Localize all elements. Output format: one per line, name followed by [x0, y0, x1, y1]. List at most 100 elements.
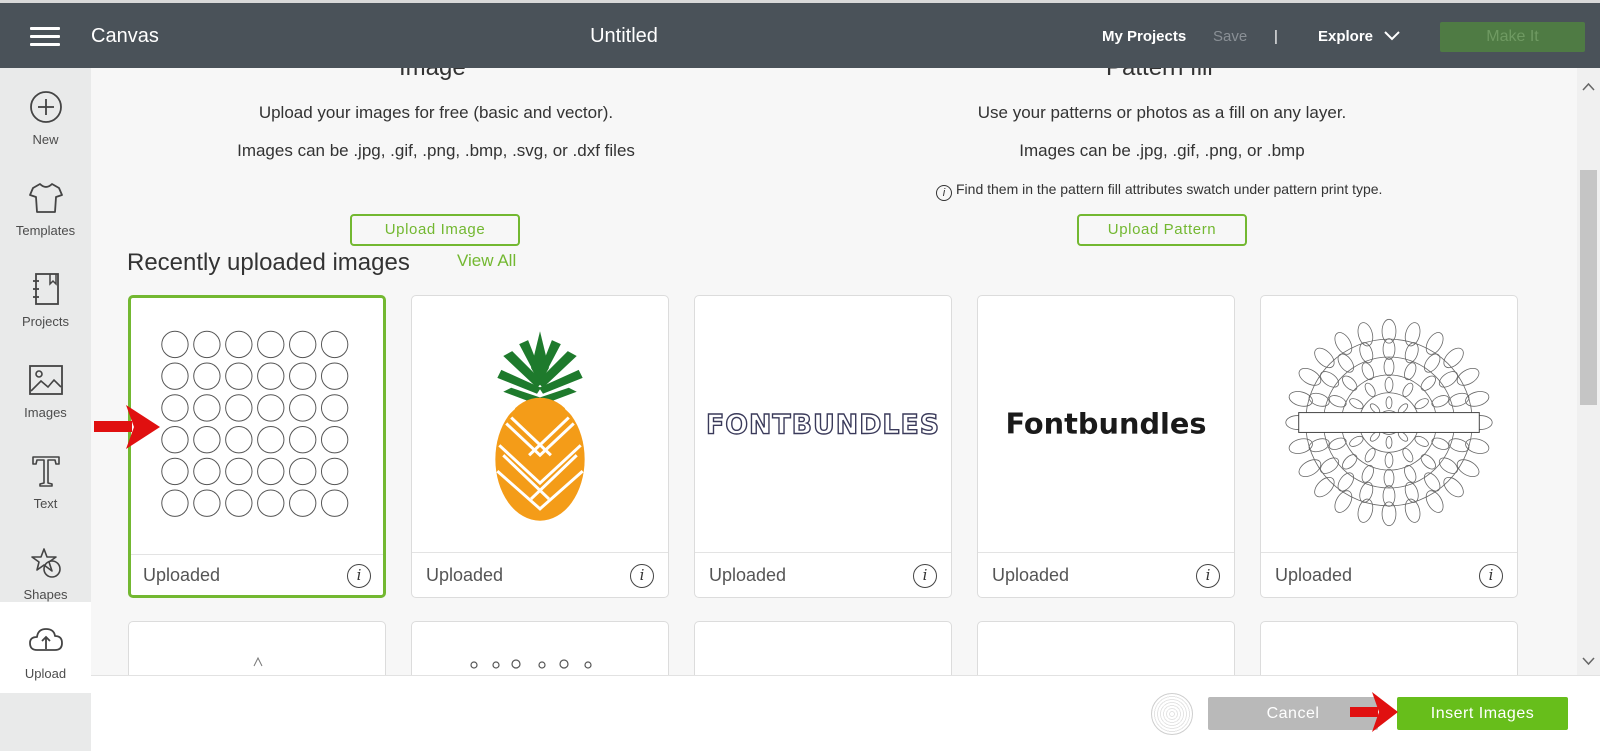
fontbundles-outline-text: FONTBUNDLES — [706, 409, 940, 440]
card-label: Uploaded — [992, 565, 1070, 585]
scroll-down-icon[interactable] — [1582, 656, 1595, 666]
recent-image-card[interactable] — [1260, 621, 1518, 675]
info-icon[interactable]: i — [630, 564, 654, 588]
info-icon[interactable]: i — [1479, 564, 1503, 588]
cloud-upload-icon — [29, 628, 63, 651]
info-icon: i — [936, 185, 952, 201]
sidebar-item-label: Images — [24, 405, 67, 420]
recent-image-card[interactable]: Uploaded i — [411, 295, 669, 598]
recent-images-title: Recently uploaded images — [127, 249, 410, 276]
my-projects-link[interactable]: My Projects — [1102, 28, 1186, 45]
sidebar-item-label: New — [32, 132, 59, 147]
text-t-icon — [32, 456, 60, 487]
grid-circle — [257, 330, 285, 359]
grid-circle — [193, 394, 221, 422]
grid-circle — [225, 394, 253, 422]
recent-image-card[interactable]: Fontbundles Uploaded i — [977, 295, 1235, 598]
grid-circle — [320, 425, 349, 454]
nav-separator: | — [1274, 28, 1278, 45]
make-it-button[interactable]: Make It — [1440, 22, 1585, 52]
grid-circle — [320, 489, 349, 517]
pattern-swatch-icon — [1151, 693, 1193, 735]
sidebar-item-new[interactable]: New — [0, 68, 91, 159]
explore-menu[interactable]: Explore — [1318, 28, 1373, 45]
grid-circle — [225, 457, 253, 486]
grid-circle — [320, 362, 349, 390]
recent-image-card[interactable] — [411, 621, 669, 675]
grid-circle — [161, 489, 189, 517]
card-label: Uploaded — [1275, 565, 1353, 585]
recent-image-card[interactable]: FONTBUNDLES Uploaded i — [694, 295, 952, 598]
plus-circle-icon — [30, 91, 62, 123]
grid-circle — [257, 394, 285, 422]
fontbundles-bold-text: Fontbundles — [1005, 406, 1206, 440]
left-sidebar: New Templates Projects Images Text Shape… — [0, 68, 91, 751]
info-icon[interactable]: i — [913, 564, 937, 588]
grid-circle — [257, 457, 285, 486]
app-title: Canvas — [91, 25, 159, 47]
grid-circle — [289, 362, 317, 390]
grid-circle — [320, 394, 349, 422]
circle-grid-thumbnail — [131, 330, 383, 555]
info-icon[interactable]: i — [1196, 564, 1220, 588]
chevron-down-icon[interactable] — [1384, 31, 1400, 41]
recent-image-card[interactable] — [128, 621, 386, 675]
upload-image-description: Upload your images for free (basic and v… — [258, 103, 614, 122]
grid-circle — [193, 457, 221, 486]
sidebar-item-projects[interactable]: Projects — [0, 250, 91, 341]
grid-circle — [225, 330, 253, 359]
sidebar-item-label: Shapes — [23, 587, 68, 602]
grid-circle — [289, 394, 317, 422]
grid-circle — [320, 457, 349, 486]
pattern-fill-note: i Find them in the pattern fill attribute… — [936, 181, 1382, 201]
sidebar-item-shapes[interactable]: Shapes — [0, 523, 91, 614]
document-title[interactable]: Untitled — [560, 25, 688, 48]
sidebar-item-templates[interactable]: Templates — [0, 159, 91, 250]
grid-circle — [161, 425, 189, 454]
grid-circle — [289, 330, 317, 359]
grid-circle — [289, 457, 317, 486]
recent-image-card[interactable]: Uploaded i — [128, 295, 386, 598]
upload-image-button[interactable]: Upload Image — [350, 214, 520, 246]
mandala-thumbnail — [1261, 318, 1517, 553]
scrollbar-thumb[interactable] — [1580, 170, 1597, 405]
recent-image-card[interactable] — [694, 621, 952, 675]
partial-thumbnail — [253, 656, 263, 667]
pattern-fill-description: Use your patterns or photos as a fill on… — [977, 103, 1347, 122]
scroll-up-icon[interactable] — [1582, 82, 1595, 92]
tshirt-icon — [29, 183, 63, 213]
pattern-fill-title: Pattern fill — [1106, 68, 1213, 82]
pineapple-thumbnail — [412, 331, 668, 553]
sidebar-item-images[interactable]: Images — [0, 341, 91, 432]
view-all-link[interactable]: View All — [457, 251, 516, 271]
sidebar-item-upload[interactable]: Upload — [0, 602, 91, 693]
hamburger-menu-icon[interactable] — [30, 27, 60, 47]
fontbundles-outline-thumbnail: FONTBUNDLES — [695, 409, 951, 553]
card-label: Uploaded — [709, 565, 787, 585]
upload-pattern-button[interactable]: Upload Pattern — [1077, 214, 1247, 246]
save-link[interactable]: Save — [1213, 28, 1247, 45]
info-icon[interactable]: i — [347, 564, 371, 588]
upload-image-title: Image — [399, 68, 466, 82]
insert-images-button[interactable]: Insert Images — [1397, 697, 1568, 730]
pattern-fill-formats: Images can be .jpg, .gif, .png, or .bmp — [1019, 141, 1305, 160]
shapes-icon — [31, 548, 61, 578]
recent-image-card[interactable]: Uploaded i — [1260, 295, 1518, 598]
grid-circle — [257, 425, 285, 454]
grid-circle — [225, 425, 253, 454]
grid-circle — [161, 457, 189, 486]
sidebar-item-text[interactable]: Text — [0, 432, 91, 523]
grid-circle — [257, 489, 285, 517]
red-arrow-icon — [1350, 692, 1398, 732]
sidebar-item-label: Text — [33, 496, 58, 511]
grid-circle — [161, 362, 189, 390]
partial-thumbnail — [470, 659, 592, 669]
image-icon — [29, 365, 63, 395]
card-label: Uploaded — [143, 565, 221, 585]
grid-circle — [193, 362, 221, 390]
fontbundles-bold-thumbnail: Fontbundles — [978, 406, 1234, 553]
recent-image-card[interactable] — [977, 621, 1235, 675]
sidebar-item-label: Templates — [15, 223, 76, 238]
grid-circle — [225, 362, 253, 390]
grid-circle — [161, 394, 189, 422]
